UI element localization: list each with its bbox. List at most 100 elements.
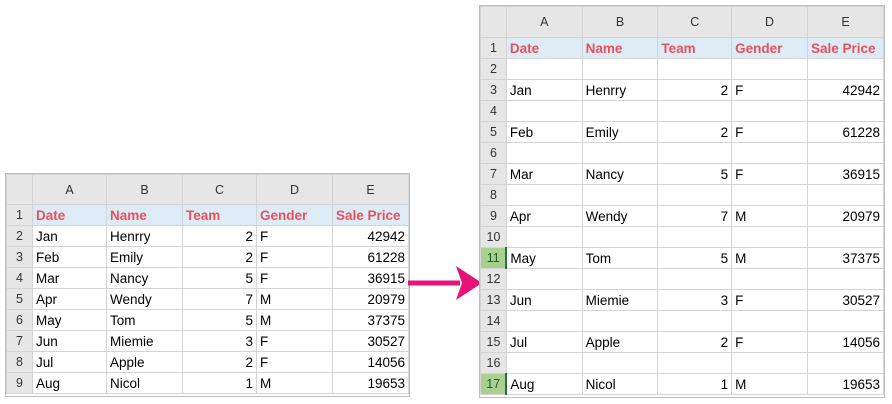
row-header[interactable]: 5 [6,288,33,310]
data-cell[interactable]: Nancy [581,163,659,185]
row-header[interactable]: 11 [480,247,508,269]
data-cell[interactable]: 37375 [332,309,409,331]
empty-cell[interactable] [657,352,733,374]
row-header[interactable]: 2 [480,58,507,80]
data-cell[interactable]: M [256,288,333,310]
data-cell[interactable]: 61228 [332,246,409,268]
header-cell[interactable]: Date [505,37,583,59]
row-header[interactable]: 9 [480,205,507,227]
data-cell[interactable]: Nancy [106,267,183,289]
column-header[interactable]: E [806,6,884,38]
row-header[interactable]: 6 [6,309,33,331]
data-cell[interactable]: Tom [106,309,183,331]
empty-cell[interactable] [731,226,808,248]
data-cell[interactable]: 5 [182,267,257,289]
data-cell[interactable]: 42942 [806,79,884,101]
empty-cell[interactable] [581,100,659,122]
empty-cell[interactable] [505,268,583,290]
empty-cell[interactable] [505,226,583,248]
column-header[interactable]: D [731,6,808,38]
data-cell[interactable]: May [32,309,107,331]
row-header[interactable]: 3 [6,246,33,268]
data-cell[interactable]: F [731,79,808,101]
empty-cell[interactable] [806,352,884,374]
empty-cell[interactable] [806,310,884,332]
data-cell[interactable]: Jan [505,79,583,101]
data-cell[interactable]: 42942 [332,225,409,247]
data-cell[interactable]: Jul [32,351,107,373]
row-header[interactable]: 1 [480,37,507,59]
data-cell[interactable]: May [505,247,583,269]
row-header[interactable]: 2 [6,225,33,247]
row-header[interactable]: 5 [480,121,507,143]
column-header[interactable]: E [332,174,409,205]
empty-cell[interactable] [505,142,583,164]
data-cell[interactable]: F [256,225,333,247]
data-cell[interactable]: M [731,247,808,269]
row-header[interactable]: 4 [480,100,507,122]
data-cell[interactable]: Henrry [106,225,183,247]
row-header[interactable]: 8 [6,351,33,373]
data-cell[interactable]: Apple [106,351,183,373]
data-cell[interactable]: Jun [32,330,107,352]
data-cell[interactable]: Feb [32,246,107,268]
empty-cell[interactable] [581,142,659,164]
row-header[interactable]: 1 [6,204,33,226]
header-cell[interactable]: Team [657,37,733,59]
data-cell[interactable]: Apr [505,205,583,227]
row-header[interactable]: 9 [6,372,33,394]
empty-cell[interactable] [505,352,583,374]
row-header[interactable]: 8 [480,184,507,206]
data-cell[interactable]: 37375 [806,247,884,269]
row-header[interactable]: 12 [480,268,507,290]
empty-cell[interactable] [806,58,884,80]
empty-cell[interactable] [657,268,733,290]
data-cell[interactable]: Mar [505,163,583,185]
data-cell[interactable]: M [731,373,808,395]
data-cell[interactable]: Miemie [106,330,183,352]
empty-cell[interactable] [657,142,733,164]
data-cell[interactable]: Wendy [106,288,183,310]
data-cell[interactable]: 2 [657,121,733,143]
data-cell[interactable]: 19653 [332,372,409,394]
data-cell[interactable]: M [256,372,333,394]
data-cell[interactable]: 14056 [332,351,409,373]
data-cell[interactable]: F [731,121,808,143]
data-cell[interactable]: Mar [32,267,107,289]
data-cell[interactable]: 36915 [332,267,409,289]
data-cell[interactable]: 2 [657,79,733,101]
column-header[interactable]: C [182,174,257,205]
data-cell[interactable]: 61228 [806,121,884,143]
column-header[interactable]: A [505,6,583,38]
data-cell[interactable]: Jan [32,225,107,247]
empty-cell[interactable] [581,58,659,80]
data-cell[interactable]: 20979 [806,205,884,227]
data-cell[interactable]: 2 [182,225,257,247]
empty-cell[interactable] [731,310,808,332]
empty-cell[interactable] [505,58,583,80]
empty-cell[interactable] [731,184,808,206]
data-cell[interactable]: 1 [182,372,257,394]
data-cell[interactable]: Jun [505,289,583,311]
data-cell[interactable]: F [731,289,808,311]
data-cell[interactable]: F [256,330,333,352]
column-header[interactable]: B [106,174,183,205]
data-cell[interactable]: 7 [182,288,257,310]
data-cell[interactable]: Nicol [581,373,659,395]
data-cell[interactable]: M [256,309,333,331]
header-cell[interactable]: Team [182,204,257,226]
column-header[interactable]: B [581,6,659,38]
data-cell[interactable]: Wendy [581,205,659,227]
data-cell[interactable]: Aug [32,372,107,394]
data-cell[interactable]: Nicol [106,372,183,394]
data-cell[interactable]: Aug [505,373,583,395]
empty-cell[interactable] [806,100,884,122]
row-header[interactable]: 7 [6,330,33,352]
empty-cell[interactable] [581,226,659,248]
header-cell[interactable]: Sale Price [806,37,884,59]
header-cell[interactable]: Date [32,204,107,226]
empty-cell[interactable] [657,100,733,122]
data-cell[interactable]: Apr [32,288,107,310]
data-cell[interactable]: 5 [657,247,733,269]
data-cell[interactable]: F [731,163,808,185]
